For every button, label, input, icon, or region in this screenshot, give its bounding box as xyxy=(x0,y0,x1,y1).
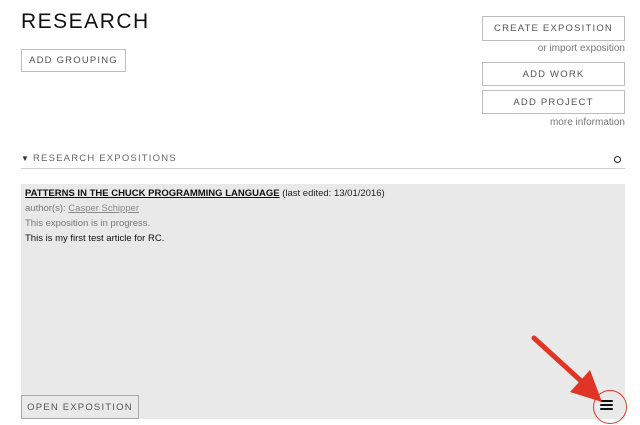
add-work-button[interactable]: ADD WORK xyxy=(482,62,625,86)
more-information-link[interactable]: more information xyxy=(550,117,625,128)
open-exposition-button[interactable]: OPEN EXPOSITION xyxy=(21,395,139,419)
section-header: ▼ RESEARCH EXPOSITIONS xyxy=(21,153,625,169)
add-grouping-button[interactable]: ADD GROUPING xyxy=(21,49,126,72)
author-link[interactable]: Casper Schipper xyxy=(68,203,139,214)
exposition-status: This exposition is in progress. xyxy=(25,218,151,229)
exposition-title-link[interactable]: PATTERNS IN THE CHUCK PROGRAMMING LANGUA… xyxy=(25,188,280,199)
add-project-button[interactable]: ADD PROJECT xyxy=(482,90,625,114)
page-title: RESEARCH xyxy=(21,10,150,33)
create-exposition-button[interactable]: CREATE EXPOSITION xyxy=(482,16,625,41)
authors-label: author(s): xyxy=(25,203,66,214)
exposition-description: This is my first test article for RC. xyxy=(25,233,165,244)
exposition-title-line: PATTERNS IN THE CHUCK PROGRAMMING LANGUA… xyxy=(25,188,385,199)
caret-down-icon[interactable]: ▼ xyxy=(21,154,29,163)
circle-icon[interactable] xyxy=(614,156,621,163)
exposition-authors: author(s): Casper Schipper xyxy=(25,203,139,214)
annotation-arrow-icon xyxy=(531,335,602,402)
section-title[interactable]: RESEARCH EXPOSITIONS xyxy=(33,153,177,164)
last-edited-text: (last edited: 13/01/2016) xyxy=(282,188,385,199)
import-exposition-link[interactable]: or import exposition xyxy=(538,43,625,54)
